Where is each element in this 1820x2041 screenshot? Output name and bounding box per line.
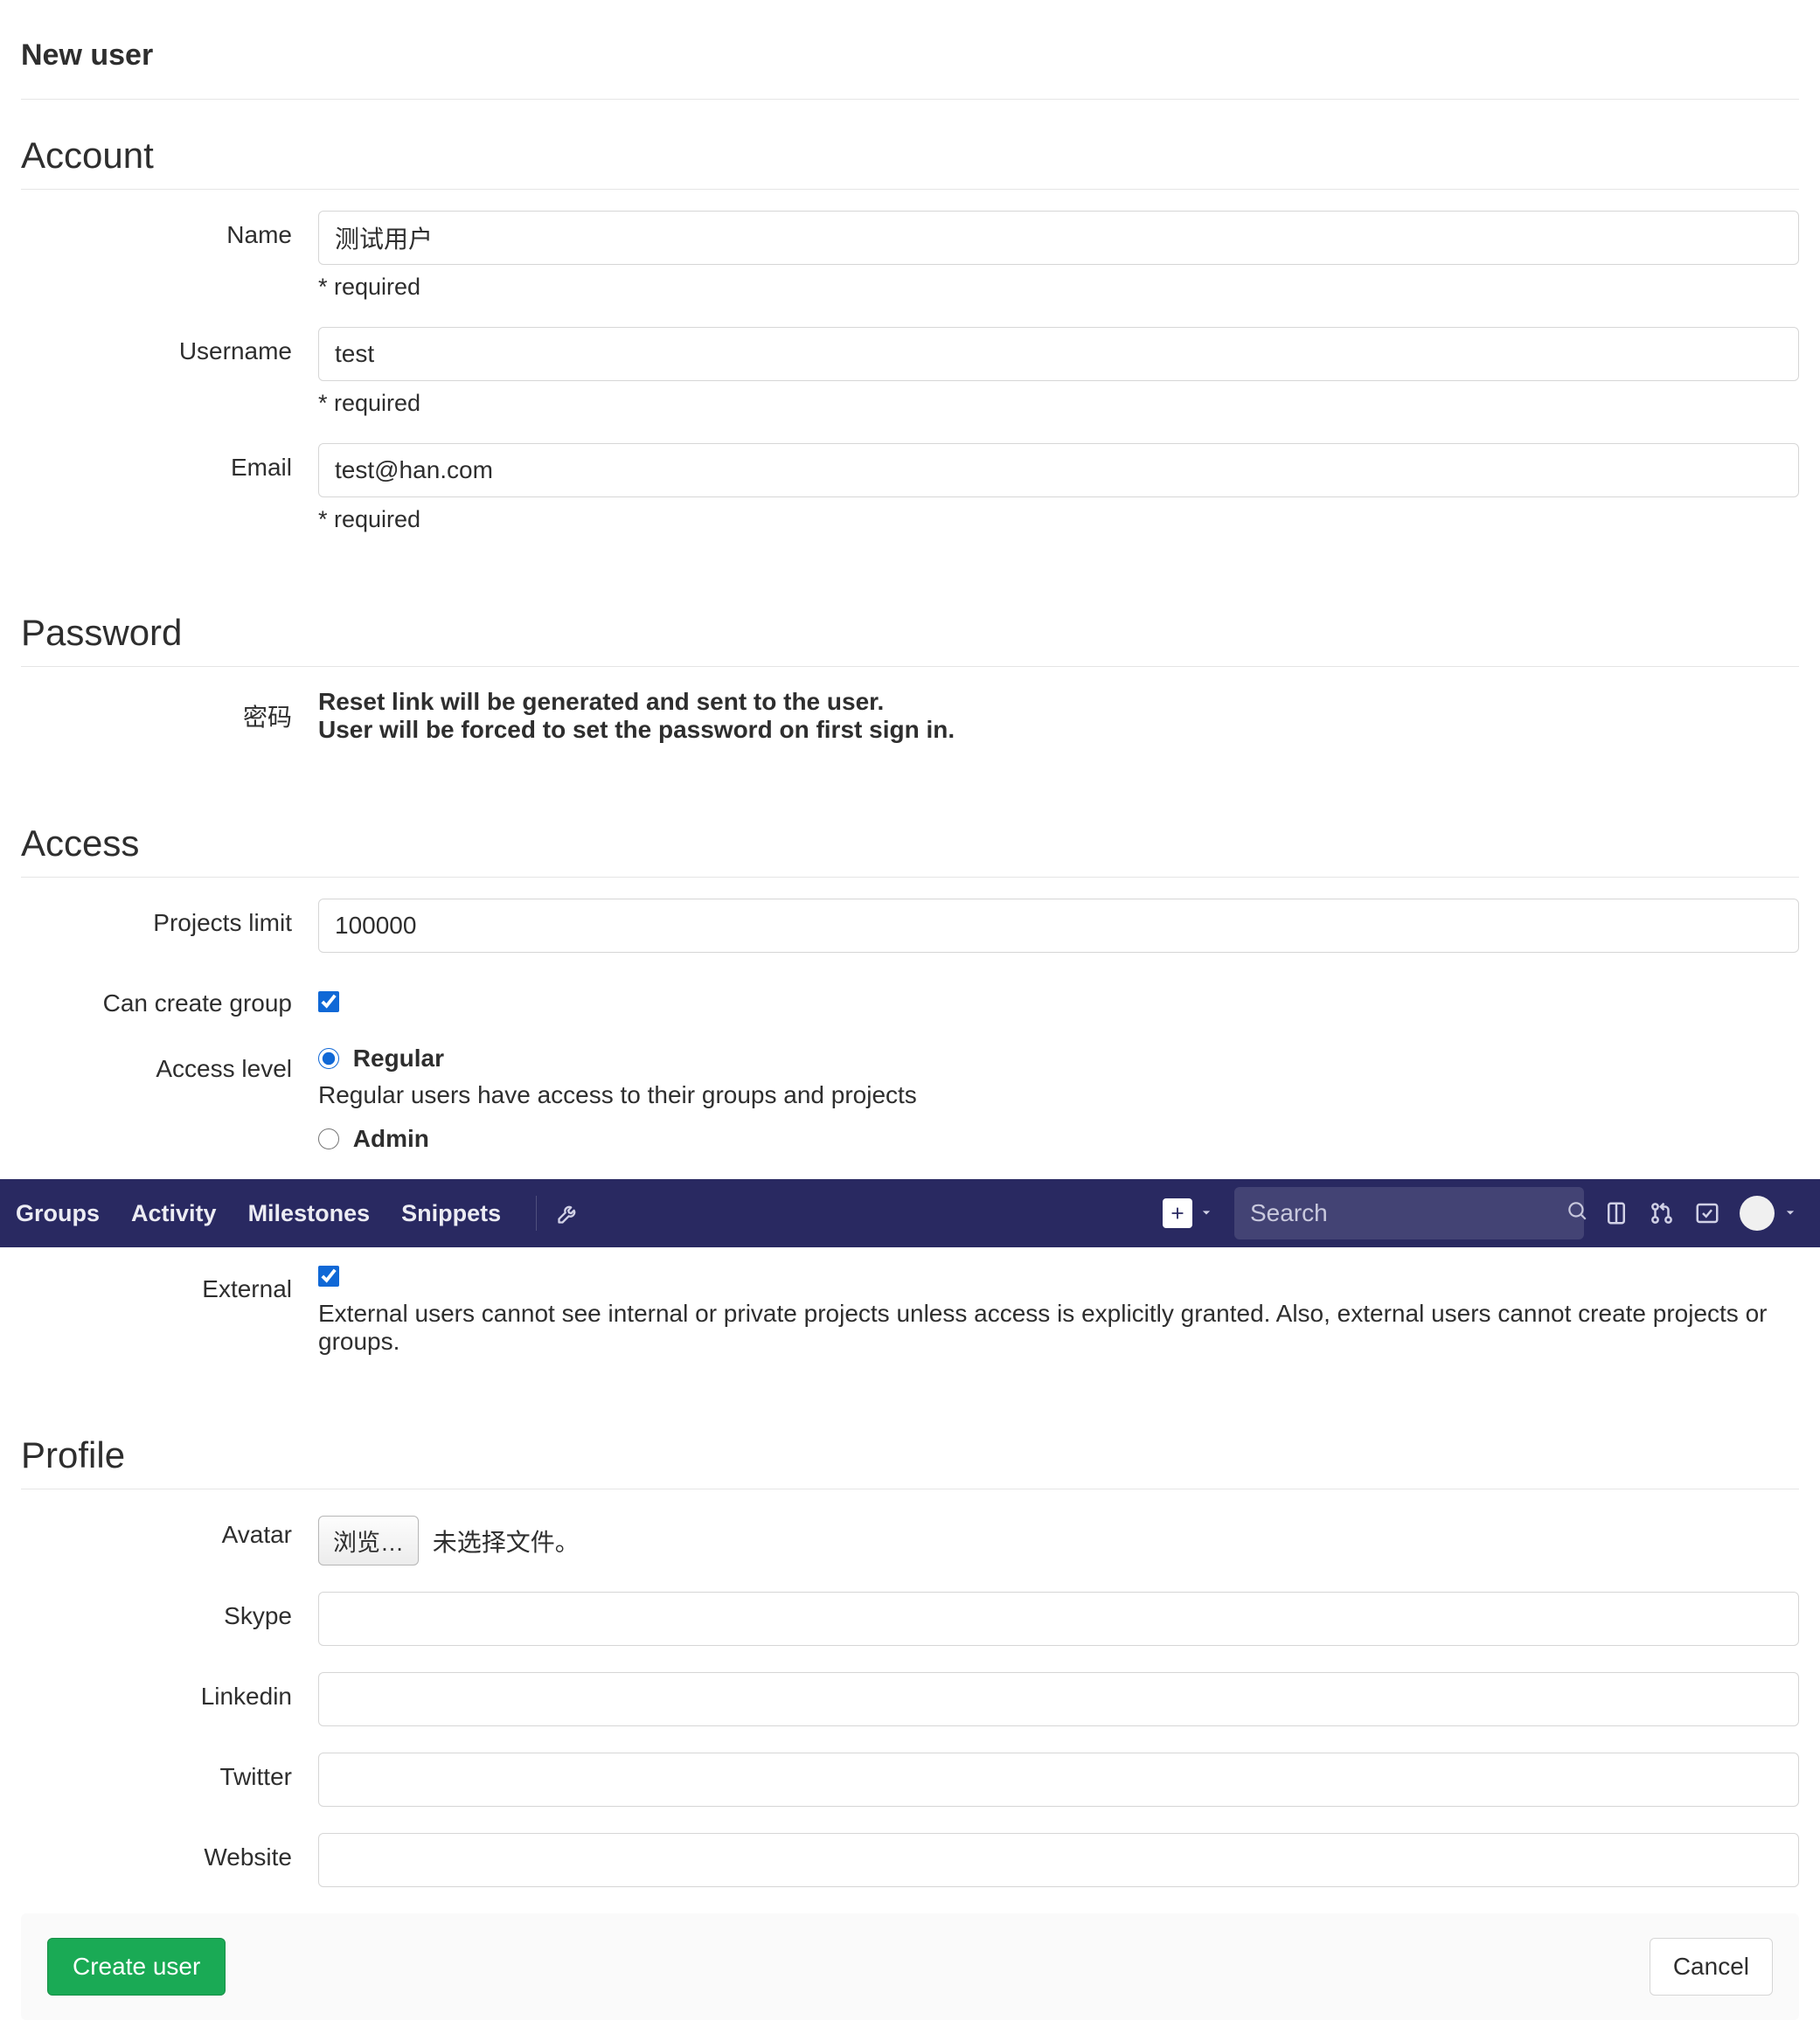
access-level-admin-label: Admin [353,1125,429,1152]
search-icon [1566,1199,1588,1228]
username-required-hint: * required [318,390,1799,417]
name-required-hint: * required [318,274,1799,301]
projects-limit-label: Projects limit [21,899,318,937]
profile-heading: Profile [21,1434,1799,1489]
access-level-regular-radio[interactable] [318,1048,339,1069]
linkedin-input[interactable] [318,1672,1799,1726]
top-navbar: Groups Activity Milestones Snippets [0,1179,1820,1247]
wrench-icon[interactable] [556,1201,580,1225]
merge-requests-icon[interactable] [1649,1200,1675,1226]
can-create-group-label: Can create group [21,979,318,1017]
access-level-regular-label: Regular [353,1045,444,1072]
create-user-button[interactable]: Create user [47,1938,226,1996]
search-input[interactable] [1250,1199,1566,1227]
external-checkbox[interactable] [318,1266,339,1287]
skype-label: Skype [21,1592,318,1630]
new-dropdown[interactable] [1163,1198,1215,1228]
nav-milestones[interactable]: Milestones [233,1179,386,1247]
access-level-label: Access level [21,1045,318,1083]
nav-activity[interactable]: Activity [115,1179,233,1247]
linkedin-label: Linkedin [21,1672,318,1711]
website-label: Website [21,1833,318,1871]
chevron-down-icon [1782,1199,1799,1227]
password-label: 密码 [21,688,318,733]
access-heading: Access [21,823,1799,878]
website-input[interactable] [318,1833,1799,1887]
avatar-browse-button[interactable]: 浏览… [318,1516,419,1565]
access-level-regular-desc: Regular users have access to their group… [318,1081,1799,1109]
nav-snippets[interactable]: Snippets [386,1179,517,1247]
cancel-button[interactable]: Cancel [1650,1938,1773,1996]
access-level-admin-radio[interactable] [318,1128,339,1149]
username-label: Username [21,327,318,365]
nav-separator [536,1196,537,1231]
todos-icon[interactable] [1694,1200,1720,1226]
twitter-input[interactable] [318,1753,1799,1807]
external-label: External [21,1265,318,1303]
avatar [1740,1196,1775,1231]
plus-icon [1163,1198,1192,1228]
name-input[interactable] [318,211,1799,265]
avatar-file-status: 未选择文件。 [433,1529,580,1556]
external-desc: External users cannot see internal or pr… [318,1300,1799,1356]
password-info-line2: User will be forced to set the password … [318,716,1799,744]
name-label: Name [21,211,318,249]
nav-groups[interactable]: Groups [0,1179,115,1247]
skype-input[interactable] [318,1592,1799,1646]
avatar-label: Avatar [21,1510,318,1549]
user-menu[interactable] [1740,1196,1799,1231]
projects-limit-input[interactable] [318,899,1799,953]
account-heading: Account [21,135,1799,190]
search-wrap[interactable] [1234,1187,1584,1239]
twitter-label: Twitter [21,1753,318,1791]
chevron-down-icon [1198,1199,1215,1227]
email-input[interactable] [318,443,1799,497]
can-create-group-checkbox[interactable] [318,991,339,1012]
page-title: New user [21,21,1799,100]
email-label: Email [21,443,318,482]
issues-icon[interactable] [1603,1200,1629,1226]
password-heading: Password [21,612,1799,667]
form-footer: Create user Cancel [21,1913,1799,2020]
email-required-hint: * required [318,506,1799,533]
password-info-line1: Reset link will be generated and sent to… [318,688,1799,716]
username-input[interactable] [318,327,1799,381]
